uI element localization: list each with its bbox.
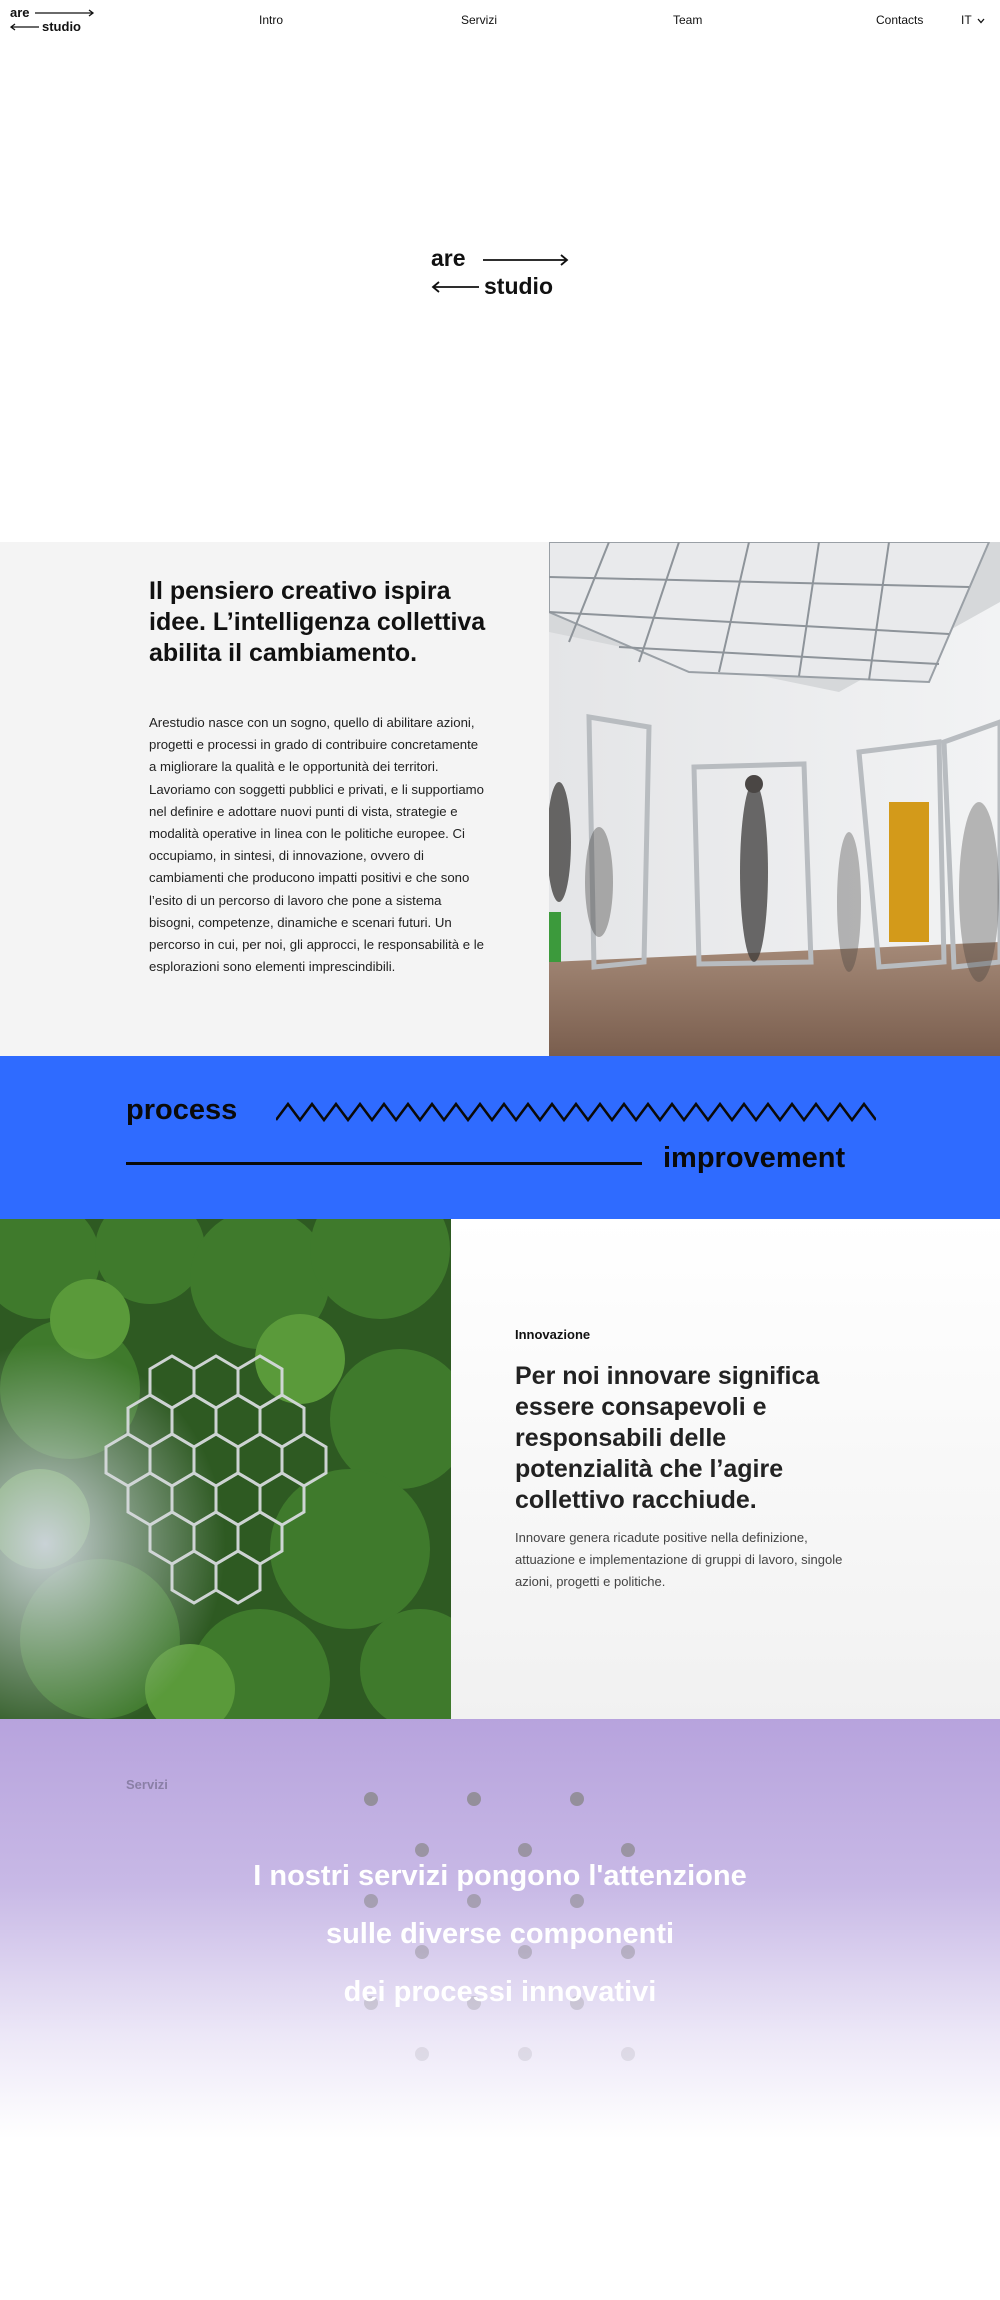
intro-text-panel: Il pensiero creativo ispira idee. L’inte…	[0, 542, 549, 1056]
band-word-process: process	[126, 1094, 238, 1126]
services-headline-line: I nostri servizi pongono l'attenzione	[253, 1860, 747, 1892]
hero-logo: are studio	[431, 245, 569, 299]
services-kicker: Servizi	[126, 1777, 168, 1792]
services-headline: I nostri servizi pongono l'attenzione su…	[0, 1847, 1000, 2021]
zigzag-line-icon	[276, 1101, 876, 1123]
process-improvement-band: process improvement	[0, 1056, 1000, 1219]
band-word-improvement: improvement	[663, 1142, 846, 1174]
services-headline-line: sulle diverse componenti	[325, 1918, 675, 1950]
services-section: Servizi I nostri servizi pongono l'atten…	[0, 1719, 1000, 2139]
intro-title: Il pensiero creativo ispira idee. L’inte…	[149, 577, 486, 667]
innovation-section: Innovazione Per noi innovare significa e…	[0, 1219, 1000, 1719]
services-headline-line: dei processi innovativi	[343, 1976, 657, 2008]
intro-section: Il pensiero creativo ispira idee. L’inte…	[0, 542, 1000, 1056]
nav-servizi[interactable]: Servizi	[461, 13, 497, 27]
logo-link[interactable]: are studio	[10, 4, 100, 34]
innovation-body: Innovare genera ricadute positive nella …	[515, 1530, 843, 1589]
svg-text:studio: studio	[42, 19, 81, 34]
svg-text:are: are	[431, 245, 466, 271]
language-label: IT	[961, 13, 972, 27]
innovation-title: Per noi innovare significa essere consap…	[515, 1362, 820, 1514]
language-selector[interactable]: IT	[961, 13, 985, 27]
nav-intro[interactable]: Intro	[259, 13, 283, 27]
innovation-text-panel: Innovazione Per noi innovare significa e…	[451, 1219, 1000, 1719]
nav-team[interactable]: Team	[673, 13, 702, 27]
site-header: are studio Intro Servizi Team Contacts I…	[0, 0, 1000, 44]
band-divider-line	[126, 1162, 642, 1165]
nav-contacts[interactable]: Contacts	[876, 13, 923, 27]
svg-text:are: are	[10, 5, 30, 20]
gallery-room-image	[549, 542, 1000, 1056]
svg-text:studio: studio	[484, 273, 553, 299]
innovation-kicker: Innovazione	[515, 1327, 591, 1342]
intro-body: Arestudio nasce con un sogno, quello di …	[149, 715, 484, 975]
chevron-down-icon	[977, 18, 985, 24]
hexagon-structure-forest-image	[0, 1219, 451, 1719]
